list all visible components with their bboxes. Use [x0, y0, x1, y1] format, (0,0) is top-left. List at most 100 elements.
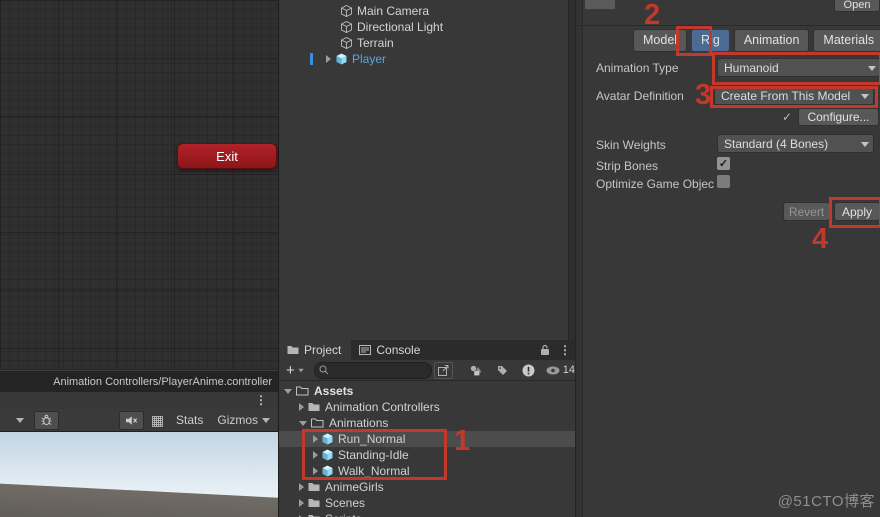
hierarchy-item-directional-light[interactable]: Directional Light: [279, 19, 575, 35]
revert-button[interactable]: Revert: [783, 202, 830, 221]
chevron-down-icon: [861, 94, 869, 99]
kebab-menu-icon[interactable]: ⋮: [255, 393, 267, 407]
debug-bug-button[interactable]: [34, 410, 59, 430]
gameobject-cube-icon: [341, 37, 352, 49]
tree-item-label: Scenes: [325, 496, 366, 510]
folder-icon: [308, 482, 320, 492]
create-asset-button[interactable]: +: [286, 362, 305, 379]
exit-button[interactable]: Exit: [177, 143, 277, 169]
tab-model[interactable]: Model: [633, 28, 688, 52]
hierarchy-item-label: Main Camera: [357, 4, 430, 18]
tree-item-animegirls[interactable]: AnimeGirls: [279, 479, 575, 495]
foldout-collapsed-icon[interactable]: [299, 499, 304, 507]
foldout-collapsed-icon[interactable]: [313, 451, 318, 459]
foldout-collapsed-icon[interactable]: [313, 435, 318, 443]
tab-label: Console: [376, 343, 421, 357]
foldout-collapsed-icon[interactable]: [299, 483, 304, 491]
game-view-toolbar: ▦ Stats Gizmos: [0, 409, 278, 432]
tree-item-label: Assets: [314, 384, 354, 398]
tab-console[interactable]: Console: [351, 340, 430, 360]
hierarchy-item-label: Terrain: [357, 36, 394, 50]
skin-weights-dropdown[interactable]: Standard (4 Bones): [717, 134, 874, 153]
dropdown-value: Humanoid: [724, 60, 779, 75]
filter-by-type-button[interactable]: [467, 362, 485, 379]
tree-item-scripts[interactable]: Scripts: [279, 511, 575, 517]
panel-header-strip: ⋮: [0, 392, 278, 409]
foldout-collapsed-icon[interactable]: [326, 55, 331, 63]
gizmos-button[interactable]: Gizmos: [210, 411, 262, 430]
optimize-game-object-checkbox[interactable]: [717, 175, 730, 188]
hierarchy-item-main-camera[interactable]: Main Camera: [279, 3, 575, 19]
animation-type-dropdown[interactable]: Humanoid: [717, 58, 880, 77]
tab-rig[interactable]: Rig: [691, 28, 730, 52]
dropdown-value: Create From This Model: [721, 88, 851, 103]
tree-item-label: Animation Controllers: [325, 400, 440, 414]
folder-icon: [308, 498, 320, 508]
asset-thumbnail: [585, 0, 615, 9]
visibility-toggle[interactable]: 14: [546, 364, 575, 376]
tree-item-animations[interactable]: Animations: [279, 415, 575, 431]
hierarchy-scrollbar[interactable]: [568, 0, 575, 340]
inspector-scrollbar[interactable]: [576, 0, 583, 517]
foldout-collapsed-icon[interactable]: [299, 403, 304, 411]
visible-count: 14: [562, 364, 576, 376]
skin-weights-label: Skin Weights: [596, 138, 666, 152]
foldout-collapsed-icon[interactable]: [313, 467, 318, 475]
foldout-expanded-icon[interactable]: [284, 388, 292, 394]
left-column: Exit Animation Controllers/PlayerAnime.c…: [0, 0, 279, 517]
tree-item-label: Standing-Idle: [338, 448, 409, 462]
model-asset-icon: [322, 433, 333, 445]
selection-marker: [310, 53, 313, 65]
tag-icon: [497, 365, 508, 376]
watermark: @51CTO博客: [777, 493, 875, 510]
search-input[interactable]: [331, 364, 416, 376]
tree-item-walk-normal[interactable]: Walk_Normal: [279, 463, 575, 479]
keyboard-shortcuts-button[interactable]: ▦: [146, 411, 169, 430]
dropdown-value: Standard (4 Bones): [724, 136, 829, 151]
tree-item-label: Animations: [329, 416, 389, 430]
strip-bones-checkbox[interactable]: ✓: [717, 157, 730, 170]
mute-audio-button[interactable]: [119, 410, 144, 430]
tree-item-animation-controllers[interactable]: Animation Controllers: [279, 399, 575, 415]
gizmos-dropdown-icon[interactable]: [262, 417, 271, 423]
hidden-assets-button[interactable]: [519, 362, 537, 379]
display-dropdown-icon[interactable]: [16, 417, 24, 423]
kebab-menu-icon[interactable]: ⋮: [559, 343, 571, 357]
animation-type-label: Animation Type: [596, 61, 679, 75]
tab-materials[interactable]: Materials: [813, 28, 880, 52]
controller-path-text: Animation Controllers/PlayerAnime.contro…: [53, 375, 272, 388]
hierarchy-panel: Main Camera Directional Light Terrain Pl…: [279, 0, 575, 340]
open-button[interactable]: Open: [834, 0, 880, 12]
tab-animation[interactable]: Animation: [733, 28, 810, 52]
optimize-game-object-label: Optimize Game Objec: [596, 177, 715, 191]
chevron-down-icon: [868, 66, 876, 71]
avatar-definition-label: Avatar Definition: [596, 89, 684, 103]
filter-by-label-button[interactable]: [493, 362, 511, 379]
apply-button[interactable]: Apply: [834, 202, 880, 221]
strip-bones-label: Strip Bones: [596, 159, 659, 173]
tab-label: Project: [304, 343, 342, 357]
tree-item-run-normal[interactable]: Run_Normal: [279, 431, 575, 447]
shapes-icon: [470, 365, 482, 376]
game-view[interactable]: [0, 432, 278, 517]
inspector-panel: Open Model Rig Animation Materials Anima…: [575, 0, 880, 517]
foldout-expanded-icon[interactable]: [299, 420, 307, 426]
tree-item-standing-idle[interactable]: Standing-Idle: [279, 447, 575, 463]
lock-icon[interactable]: [540, 344, 550, 356]
chevron-down-icon: [297, 368, 304, 372]
open-search-window-button[interactable]: [434, 361, 453, 379]
avatar-definition-dropdown[interactable]: Create From This Model: [714, 86, 874, 105]
project-toolbar: + 14: [279, 360, 575, 381]
eye-icon: [546, 366, 560, 375]
tree-item-scenes[interactable]: Scenes: [279, 495, 575, 511]
configure-button[interactable]: Configure...: [798, 108, 879, 126]
tree-item-assets[interactable]: Assets: [279, 383, 575, 399]
hierarchy-item-terrain[interactable]: Terrain: [279, 35, 575, 51]
tab-project[interactable]: Project: [279, 340, 352, 360]
model-asset-icon: [322, 449, 333, 461]
animator-grid-canvas[interactable]: Exit: [0, 0, 278, 370]
tree-item-label: Scripts: [325, 512, 362, 517]
stats-button[interactable]: Stats: [169, 411, 210, 430]
folder-open-icon: [296, 386, 309, 396]
hierarchy-item-player[interactable]: Player ❯: [279, 51, 575, 67]
